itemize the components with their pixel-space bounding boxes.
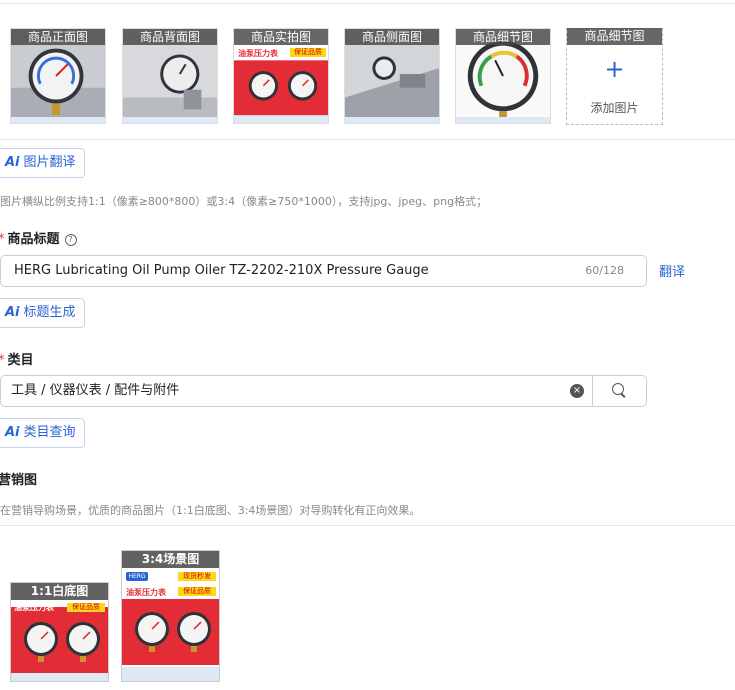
add-image-button[interactable]: 商品细节图 + 添加图片: [566, 28, 663, 125]
thumb-label-real: 商品实拍图: [234, 29, 328, 45]
thumb-label-back: 商品背面图: [123, 29, 217, 45]
product-image-real[interactable]: 商品实拍图 油泵压力表 保证品质: [233, 28, 329, 124]
marketing-label-scene: 3:4场景图: [122, 551, 219, 568]
category-field-label: *类目: [0, 349, 34, 368]
product-image-back[interactable]: 商品背面图: [122, 28, 218, 124]
banner-text: 油泵压力表: [238, 49, 278, 58]
thumb-strip: [345, 117, 439, 123]
category-label-text: 类目: [7, 353, 34, 368]
ai-icon: Ai: [5, 155, 20, 170]
image-hint: 图片横纵比例支持1:1（像素≥800*800）或3:4（像素≥750*1000）…: [0, 195, 488, 208]
banner-text: 油泵压力表: [14, 603, 54, 612]
pressure-gauge-icon: [24, 622, 100, 662]
clear-icon[interactable]: ×: [570, 384, 584, 398]
marketing-image-scene[interactable]: 3:4场景图 HERG 现货秒发 油泵压力表 保证品质: [121, 550, 220, 682]
title-generate-button[interactable]: Ai 标题生成: [0, 298, 85, 328]
pressure-gauge-icon: [135, 612, 211, 652]
search-icon: [612, 383, 624, 395]
add-image-text: 添加图片: [590, 101, 639, 115]
ai-icon: Ai: [5, 425, 20, 440]
category-value: 工具 / 仪器仪表 / 配件与附件: [11, 383, 180, 398]
category-select[interactable]: 工具 / 仪器仪表 / 配件与附件 ×: [0, 375, 647, 407]
title-char-count: 60/128: [585, 264, 624, 277]
category-search-button[interactable]: [592, 376, 646, 406]
help-icon[interactable]: ?: [64, 233, 77, 246]
quality-tag: 保证品质: [67, 603, 105, 612]
brand-logo: HERG: [126, 572, 148, 581]
banner-text: 油泵压力表: [126, 588, 166, 597]
image-translate-button[interactable]: Ai 图片翻译: [0, 148, 85, 178]
marketing-divider: [0, 525, 735, 526]
title-input-value: HERG Lubricating Oil Pump Oiler TZ-2202-…: [14, 263, 429, 278]
instock-tag: 现货秒发: [178, 572, 216, 581]
top-divider: [0, 3, 735, 4]
product-image-side[interactable]: 商品侧面图: [344, 28, 440, 124]
title-label-text: 商品标题: [7, 232, 60, 247]
thumb-label-front: 商品正面图: [11, 29, 105, 45]
marketing-label-square: 1:1白底图: [11, 583, 108, 600]
thumb-label-side: 商品侧面图: [345, 29, 439, 45]
title-field-label: *商品标题?: [0, 228, 77, 247]
title-generate-label: 标题生成: [23, 305, 76, 320]
image-translate-label: 图片翻译: [23, 155, 76, 170]
required-mark: *: [0, 353, 5, 368]
plus-icon: +: [604, 55, 625, 83]
image-strip: [11, 673, 108, 681]
title-input[interactable]: HERG Lubricating Oil Pump Oiler TZ-2202-…: [0, 255, 647, 287]
marketing-label: 营销图: [0, 473, 38, 488]
thumb-label-detail: 商品细节图: [456, 29, 550, 45]
ai-icon: Ai: [5, 305, 20, 320]
title-translate-link[interactable]: 翻译: [659, 261, 685, 280]
quality-tag: 保证品质: [290, 48, 326, 57]
category-query-label: 类目查询: [23, 425, 76, 440]
category-query-button[interactable]: Ai 类目查询: [0, 418, 85, 448]
marketing-hint: 在营销导购场景，优质的商品图片（1:1白底图、3:4场景图）对导购转化有正向效果…: [0, 504, 421, 517]
required-mark: *: [0, 232, 5, 247]
add-slot-label: 商品细节图: [567, 28, 662, 45]
product-image-detail[interactable]: 商品细节图: [455, 28, 551, 124]
thumb-strip: [123, 117, 217, 123]
gallery-divider: [0, 139, 735, 140]
marketing-image-square[interactable]: 1:1白底图 油泵压力表 保证品质: [10, 582, 109, 682]
thumb-strip: [11, 117, 105, 123]
quality-tag: 保证品质: [178, 587, 216, 596]
image-strip: [122, 667, 219, 681]
thumb-strip: [456, 117, 550, 123]
product-image-front[interactable]: 商品正面图: [10, 28, 106, 124]
